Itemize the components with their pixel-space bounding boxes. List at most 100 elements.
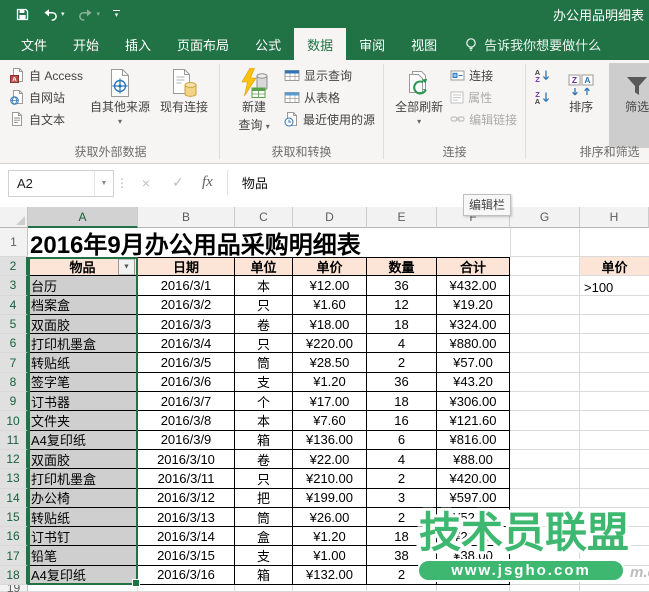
cell-price[interactable]: ¥210.00 <box>293 469 367 488</box>
criteria-value-cell[interactable]: >100 <box>584 278 613 296</box>
cell-empty-g[interactable] <box>510 276 580 295</box>
cell-unit[interactable]: 箱 <box>235 566 293 585</box>
cell-date[interactable]: 2016/3/4 <box>138 334 235 353</box>
cell-unit[interactable]: 只 <box>235 334 293 353</box>
sort-ascending-button[interactable]: AZ <box>532 66 553 84</box>
cell-item[interactable]: 签字笔 <box>28 373 138 392</box>
row-header[interactable]: 3 <box>0 276 28 295</box>
undo-button[interactable]: ▾ <box>42 8 65 21</box>
tab-view[interactable]: 视图 <box>398 28 450 60</box>
cell-item[interactable]: 文件夹 <box>28 411 138 430</box>
cell-price[interactable]: ¥1.20 <box>293 373 367 392</box>
cell-date[interactable]: 2016/3/14 <box>138 527 235 546</box>
cell-total[interactable]: ¥306.00 <box>437 392 510 411</box>
tab-insert[interactable]: 插入 <box>112 28 164 60</box>
cell-unit[interactable]: 只 <box>235 469 293 488</box>
cell-date[interactable]: 2016/3/1 <box>138 276 235 295</box>
row-header[interactable]: 6 <box>0 334 28 353</box>
cell-empty-g[interactable] <box>510 546 580 565</box>
cell-date[interactable]: 2016/3/2 <box>138 296 235 315</box>
cell-b19[interactable] <box>138 585 235 592</box>
cell-empty-h[interactable] <box>580 469 649 488</box>
cell-total[interactable]: ¥121.60 <box>437 411 510 430</box>
cell-total[interactable]: ¥88.00 <box>437 450 510 469</box>
cell-empty-h[interactable] <box>580 489 649 508</box>
cell-price[interactable]: ¥28.50 <box>293 353 367 372</box>
cell-unit[interactable]: 卷 <box>235 450 293 469</box>
cell-item[interactable]: 转贴纸 <box>28 508 138 527</box>
cell-total[interactable]: ¥816.00 <box>437 431 510 450</box>
cell-item[interactable]: 双面胶 <box>28 450 138 469</box>
header-cell-price[interactable]: 单价 <box>293 257 367 276</box>
cell-date[interactable]: 2016/3/9 <box>138 431 235 450</box>
cell-item[interactable]: 双面胶 <box>28 315 138 334</box>
cell-d19[interactable] <box>293 585 367 592</box>
cell-unit[interactable]: 支 <box>235 546 293 565</box>
cell-empty-g[interactable] <box>510 392 580 411</box>
cell-empty-g[interactable] <box>510 489 580 508</box>
from-other-sources-button[interactable]: 自其他来源 ▾ <box>85 63 155 148</box>
criteria-header-cell[interactable]: 单价 <box>580 257 649 276</box>
tab-data[interactable]: 数据 <box>294 28 346 60</box>
cell-unit[interactable]: 本 <box>235 411 293 430</box>
redo-button[interactable]: ▾ <box>78 8 101 21</box>
row-header-1[interactable]: 1 <box>0 228 28 257</box>
cell-empty-h[interactable] <box>580 373 649 392</box>
tell-me-box[interactable]: 告诉我你想要做什么 <box>464 28 601 60</box>
cell-qty[interactable]: 18 <box>367 315 437 334</box>
cell-empty-h[interactable] <box>580 508 649 527</box>
cell-h1[interactable] <box>580 228 649 257</box>
cell-qty[interactable]: 2 <box>367 508 437 527</box>
cell-qty[interactable]: 36 <box>367 373 437 392</box>
customize-qat-button[interactable]: ▾ <box>113 10 120 19</box>
cell-unit[interactable]: 本 <box>235 276 293 295</box>
row-header[interactable]: 15 <box>0 508 28 527</box>
recent-sources-button[interactable]: 最近使用的源 <box>282 110 377 128</box>
row-header[interactable]: 12 <box>0 450 28 469</box>
cell-date[interactable]: 2016/3/12 <box>138 489 235 508</box>
cell-qty[interactable]: 18 <box>367 392 437 411</box>
name-box-caret-icon[interactable]: ▼ <box>94 171 113 196</box>
formula-bar-grip[interactable]: ⋮ <box>114 170 130 195</box>
show-queries-button[interactable]: 显示查询 <box>282 66 377 84</box>
cell-date[interactable]: 2016/3/16 <box>138 566 235 585</box>
row-header[interactable]: 11 <box>0 431 28 450</box>
row-header-19[interactable]: 19 <box>0 585 28 592</box>
cell-empty-h[interactable] <box>580 450 649 469</box>
row-header[interactable]: 7 <box>0 353 28 372</box>
cell-qty[interactable]: 16 <box>367 411 437 430</box>
select-all-corner[interactable] <box>0 207 28 228</box>
cell-item[interactable]: A4复印纸 <box>28 431 138 450</box>
cell-empty-h[interactable] <box>580 392 649 411</box>
cell-qty[interactable]: 3 <box>367 489 437 508</box>
cell-qty[interactable]: 36 <box>367 276 437 295</box>
cell-qty[interactable]: 2 <box>367 353 437 372</box>
cell-price[interactable]: ¥17.00 <box>293 392 367 411</box>
cell-total[interactable]: ¥57.00 <box>437 353 510 372</box>
cell-total[interactable]: ¥264.00 <box>437 566 510 585</box>
cell-date[interactable]: 2016/3/15 <box>138 546 235 565</box>
tab-page-layout[interactable]: 页面布局 <box>164 28 242 60</box>
cell-item[interactable]: 打印机墨盒 <box>28 334 138 353</box>
cell-total[interactable]: ¥880.00 <box>437 334 510 353</box>
cell-item[interactable]: 档案盒 <box>28 296 138 315</box>
cell-g1[interactable] <box>510 228 580 257</box>
cell-unit[interactable]: 卷 <box>235 315 293 334</box>
cell-empty-g[interactable] <box>510 296 580 315</box>
cell-unit[interactable]: 把 <box>235 489 293 508</box>
cell-unit[interactable]: 支 <box>235 373 293 392</box>
cell-c19[interactable] <box>235 585 293 592</box>
cell-empty-g[interactable] <box>510 566 580 585</box>
header-cell-qty[interactable]: 数量 <box>367 257 437 276</box>
from-access-button[interactable]: A 自 Access <box>8 66 85 84</box>
cell-price[interactable]: ¥22.00 <box>293 450 367 469</box>
cell-price[interactable]: ¥1.60 <box>293 296 367 315</box>
name-box[interactable]: A2 ▼ <box>8 170 114 197</box>
cell-empty-h[interactable] <box>580 353 649 372</box>
cell-empty-h[interactable] <box>580 431 649 450</box>
cancel-entry-icon[interactable]: × <box>138 175 154 191</box>
cell-unit[interactable]: 箱 <box>235 431 293 450</box>
refresh-all-button[interactable]: 全部刷新 ▾ <box>390 63 448 148</box>
row-header[interactable]: 8 <box>0 373 28 392</box>
cell-empty-g[interactable] <box>510 527 580 546</box>
